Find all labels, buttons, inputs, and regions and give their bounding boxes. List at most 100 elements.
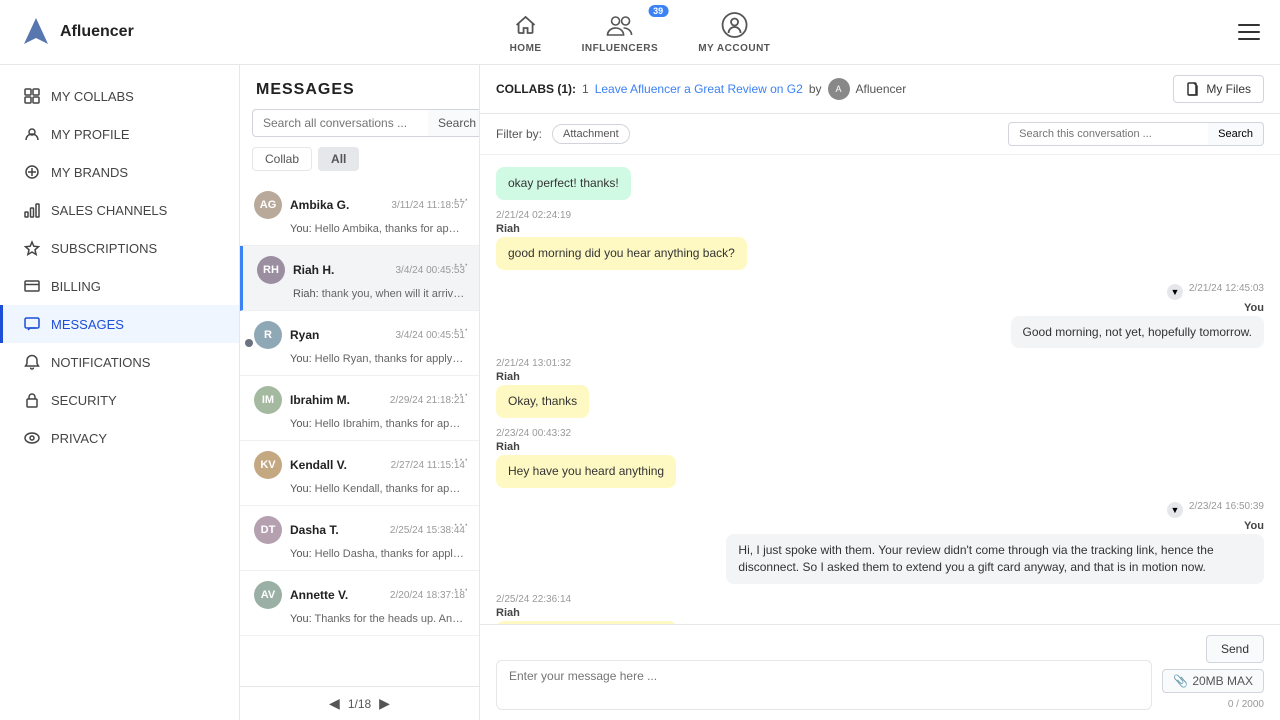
conversation-search-box: Search [240, 109, 479, 147]
conv-options-button[interactable]: ··· [453, 191, 469, 209]
send-button[interactable]: Send [1206, 635, 1264, 663]
pagination-next-button[interactable]: ▶ [379, 695, 390, 712]
sidebar-item-messages[interactable]: MESSAGES [0, 305, 239, 343]
conv-name: Ibrahim M. [290, 393, 382, 407]
conv-name: Ryan [290, 328, 387, 342]
message-time: 2/23/24 16:50:39 [1189, 501, 1264, 512]
conv-name: Riah H. [293, 263, 387, 277]
sidebar-label-my-brands: MY BRANDS [51, 165, 128, 180]
sidebar-item-my-brands[interactable]: MY BRANDS [0, 153, 239, 191]
message-dropdown[interactable]: ▼ [1167, 502, 1183, 518]
sidebar-item-my-profile[interactable]: MY PROFILE [0, 115, 239, 153]
sidebar-item-sales-channels[interactable]: SALES CHANNELS [0, 191, 239, 229]
list-item[interactable]: AV Annette V. 2/20/24 18:37:18 ··· You: … [240, 571, 479, 636]
message-bubble: 2/23/24 00:43:32 Riah Hey have you heard… [496, 428, 676, 488]
file-icon [1186, 82, 1200, 96]
filter-bar: Filter by: Attachment Search [480, 114, 1280, 155]
conversation-search-input[interactable] [252, 109, 428, 137]
avatar: KV [254, 451, 282, 479]
message-sender: Riah [496, 223, 747, 235]
nav-influencers[interactable]: 39 INFLUENCERS [582, 11, 659, 54]
chat-input-area: Send 📎 20MB MAX 0 / 2000 [480, 624, 1280, 720]
attachment-filter-chip[interactable]: Attachment [552, 124, 630, 144]
my-files-label: My Files [1206, 82, 1251, 96]
conv-preview: You: Hello Dasha, thanks for applying to… [254, 548, 465, 560]
sidebar-item-subscriptions[interactable]: SUBSCRIPTIONS [0, 229, 239, 267]
sidebar-label-subscriptions: SUBSCRIPTIONS [51, 241, 157, 256]
messages-panel: MESSAGES Search Collab All AG Ambika G. … [240, 65, 480, 720]
message-time: 2/23/24 00:43:32 [496, 428, 676, 439]
attach-label: 20MB MAX [1192, 674, 1253, 688]
conv-options-button[interactable]: ··· [453, 451, 469, 469]
messages-icon [23, 315, 41, 333]
message-bubble: ▼ 2/23/24 16:50:39 You Hi, I just spoke … [726, 498, 1264, 584]
nav-my-account[interactable]: MY ACCOUNT [698, 11, 770, 54]
message-bubble: 2/25/24 22:36:14 Riah thank you, when wi… [496, 594, 677, 624]
conv-options-button[interactable]: ··· [453, 321, 469, 339]
message-text: Hey have you heard anything [496, 455, 676, 488]
afluencer-logo-icon [20, 16, 52, 48]
conv-options-button[interactable]: ··· [453, 516, 469, 534]
pagination-prev-button[interactable]: ◀ [329, 695, 340, 712]
list-item[interactable]: AG Ambika G. 3/11/24 11:18:57 ··· You: H… [240, 181, 479, 246]
conv-preview: You: Hello Kendall, thanks for applying … [254, 483, 465, 495]
collab-user-avatar: A [828, 78, 850, 100]
conv-options-button[interactable]: ··· [453, 386, 469, 404]
conv-search-input[interactable] [1008, 122, 1208, 146]
my-collabs-icon [23, 87, 41, 105]
message-text: Hi, I just spoke with them. Your review … [726, 534, 1264, 584]
messages-title: MESSAGES [240, 65, 479, 109]
list-item[interactable]: RH Riah H. 3/4/24 00:45:53 ··· Riah: tha… [240, 246, 479, 311]
nav-home[interactable]: HOME [510, 11, 542, 54]
send-column: Send 📎 20MB MAX 0 / 2000 [1162, 635, 1264, 710]
main-content: MY COLLABS MY PROFILE MY BRANDS SALES CH… [0, 65, 1280, 720]
sidebar-label-security: SECURITY [51, 393, 117, 408]
conversation-search: Search [1008, 122, 1264, 146]
list-item[interactable]: KV Kendall V. 2/27/24 11:15:14 ··· You: … [240, 441, 479, 506]
conv-preview: You: Thanks for the heads up. Annette. C… [254, 613, 465, 625]
attach-button[interactable]: 📎 20MB MAX [1162, 669, 1264, 693]
billing-icon [23, 277, 41, 295]
message-input[interactable] [496, 660, 1152, 710]
sidebar-item-my-collabs[interactable]: MY COLLABS [0, 77, 239, 115]
my-brands-icon [23, 163, 41, 181]
sidebar-label-my-collabs: MY COLLABS [51, 89, 134, 104]
conv-search-button[interactable]: Search [1208, 122, 1264, 146]
char-count: 0 / 2000 [1228, 699, 1264, 710]
sidebar-label-privacy: PRIVACY [51, 431, 107, 446]
conv-options-button[interactable]: ··· [453, 581, 469, 599]
avatar: IM [254, 386, 282, 414]
conv-options-button[interactable]: ··· [453, 256, 469, 274]
list-item[interactable]: IM Ibrahim M. 2/29/24 21:18:21 ··· You: … [240, 376, 479, 441]
sidebar-label-messages: MESSAGES [51, 317, 124, 332]
filter-tab-all[interactable]: All [318, 147, 359, 171]
filter-tab-collab[interactable]: Collab [252, 147, 312, 171]
sidebar-item-security[interactable]: SECURITY [0, 381, 239, 419]
conv-preview: You: Hello Ambika, thanks for applying t… [254, 223, 465, 235]
collab-link[interactable]: Leave Afluencer a Great Review on G2 [595, 82, 803, 96]
message-sender: Riah [496, 441, 676, 453]
avatar: AG [254, 191, 282, 219]
hamburger-menu[interactable] [1238, 24, 1260, 40]
message-bubble: 2/21/24 13:01:32 Riah Okay, thanks [496, 358, 589, 418]
my-profile-icon [23, 125, 41, 143]
sidebar-item-privacy[interactable]: PRIVACY [0, 419, 239, 457]
sales-channels-icon [23, 201, 41, 219]
message-time: 2/25/24 22:36:14 [496, 594, 677, 605]
sidebar-item-notifications[interactable]: NOTIFICATIONS [0, 343, 239, 381]
list-item[interactable]: DT Dasha T. 2/25/24 15:38:44 ··· You: He… [240, 506, 479, 571]
logo-area[interactable]: Afluencer [20, 16, 134, 48]
avatar: RH [257, 256, 285, 284]
conv-name: Ambika G. [290, 198, 383, 212]
message-time: 2/21/24 12:45:03 [1189, 283, 1264, 294]
home-icon [512, 11, 540, 39]
message-dropdown[interactable]: ▼ [1167, 284, 1183, 300]
conversation-search-button[interactable]: Search [428, 109, 480, 137]
security-icon [23, 391, 41, 409]
collabs-count: 1 [582, 82, 589, 96]
sidebar-item-billing[interactable]: BILLING [0, 267, 239, 305]
my-files-button[interactable]: My Files [1173, 75, 1264, 103]
list-item[interactable]: R Ryan 3/4/24 00:45:51 ··· You: Hello Ry… [240, 311, 479, 376]
influencers-icon [606, 11, 634, 39]
home-label: HOME [510, 43, 542, 54]
